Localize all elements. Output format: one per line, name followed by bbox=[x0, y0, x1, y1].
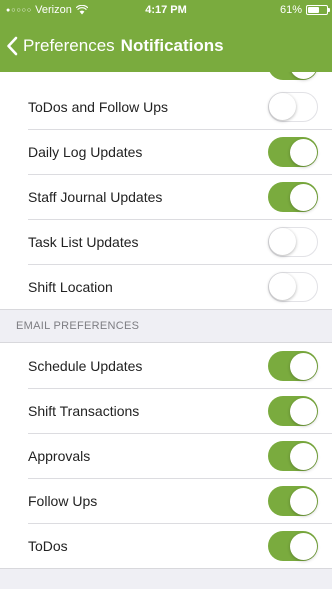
status-bar: ●○○○○ Verizon 4:17 PM 61% bbox=[0, 0, 332, 20]
setting-row-shift-location: Shift Location bbox=[0, 264, 332, 309]
toggle-knob bbox=[289, 532, 317, 560]
setting-row-task-list-updates: Task List Updates bbox=[0, 219, 332, 264]
settings-list[interactable]: ToDos and Follow Ups Daily Log Updates S… bbox=[0, 72, 332, 589]
setting-label: ToDos bbox=[28, 537, 68, 554]
toggle-knob bbox=[269, 93, 296, 120]
app-header: ●○○○○ Verizon 4:17 PM 61% Preferences No… bbox=[0, 0, 332, 72]
setting-label: Staff Journal Updates bbox=[28, 188, 163, 205]
toggle-knob bbox=[289, 397, 317, 425]
setting-label: Task List Updates bbox=[28, 233, 139, 250]
back-button-label: Preferences bbox=[23, 36, 115, 55]
setting-label: ToDos and Follow Ups bbox=[28, 98, 169, 115]
setting-label: Follow Ups bbox=[28, 492, 98, 509]
toggle-shift-transactions[interactable] bbox=[268, 396, 318, 426]
toggle-approvals[interactable] bbox=[268, 441, 318, 471]
setting-row-todos: ToDos bbox=[0, 523, 332, 568]
navigation-bar: Preferences Notifications bbox=[0, 20, 332, 72]
setting-row-approvals: Approvals bbox=[0, 433, 332, 478]
group-email-preferences: Schedule Updates Shift Transactions Appr… bbox=[0, 343, 332, 569]
setting-label: Daily Log Updates bbox=[28, 143, 143, 160]
setting-label: Schedule Updates bbox=[28, 357, 143, 374]
chevron-left-icon bbox=[7, 36, 18, 56]
toggle-daily-log-updates[interactable] bbox=[268, 137, 318, 167]
toggle-knob bbox=[289, 442, 317, 470]
toggle-knob bbox=[269, 228, 296, 255]
toggle-knob bbox=[289, 183, 317, 211]
setting-row-schedule-updates: Schedule Updates bbox=[0, 343, 332, 388]
section-header-email-preferences: EMAIL PREFERENCES bbox=[0, 309, 332, 343]
partial-row-toggle[interactable] bbox=[268, 72, 318, 80]
battery-icon bbox=[306, 5, 330, 15]
toggle-task-list-updates[interactable] bbox=[268, 227, 318, 257]
toggle-knob bbox=[289, 352, 317, 380]
setting-row-shift-transactions: Shift Transactions bbox=[0, 388, 332, 433]
page-title: Notifications bbox=[120, 36, 224, 55]
toggle-todos[interactable] bbox=[268, 531, 318, 561]
battery-level-fill bbox=[308, 7, 319, 13]
setting-row-todos-and-follow-ups: ToDos and Follow Ups bbox=[0, 84, 332, 129]
setting-label: Approvals bbox=[28, 447, 91, 464]
setting-row-daily-log-updates: Daily Log Updates bbox=[0, 129, 332, 174]
battery-tip bbox=[328, 8, 330, 12]
setting-label: Shift Transactions bbox=[28, 402, 140, 419]
back-button[interactable]: Preferences bbox=[6, 36, 115, 56]
toggle-follow-ups[interactable] bbox=[268, 486, 318, 516]
setting-row-staff-journal-updates: Staff Journal Updates bbox=[0, 174, 332, 219]
battery-percentage: 61% bbox=[279, 4, 302, 16]
status-right: 61% bbox=[279, 4, 330, 16]
setting-label: Shift Location bbox=[28, 278, 113, 295]
toggle-knob bbox=[289, 72, 317, 79]
toggle-shift-location[interactable] bbox=[268, 272, 318, 302]
toggle-schedule-updates[interactable] bbox=[268, 351, 318, 381]
toggle-knob bbox=[289, 138, 317, 166]
group-push-notifications: ToDos and Follow Ups Daily Log Updates S… bbox=[0, 84, 332, 309]
toggle-knob bbox=[269, 273, 296, 300]
partial-toggle-row bbox=[0, 72, 332, 84]
setting-row-follow-ups: Follow Ups bbox=[0, 478, 332, 523]
toggle-knob bbox=[289, 487, 317, 515]
toggle-staff-journal-updates[interactable] bbox=[268, 182, 318, 212]
group-bottom-divider bbox=[0, 568, 332, 569]
toggle-todos-and-follow-ups[interactable] bbox=[268, 92, 318, 122]
